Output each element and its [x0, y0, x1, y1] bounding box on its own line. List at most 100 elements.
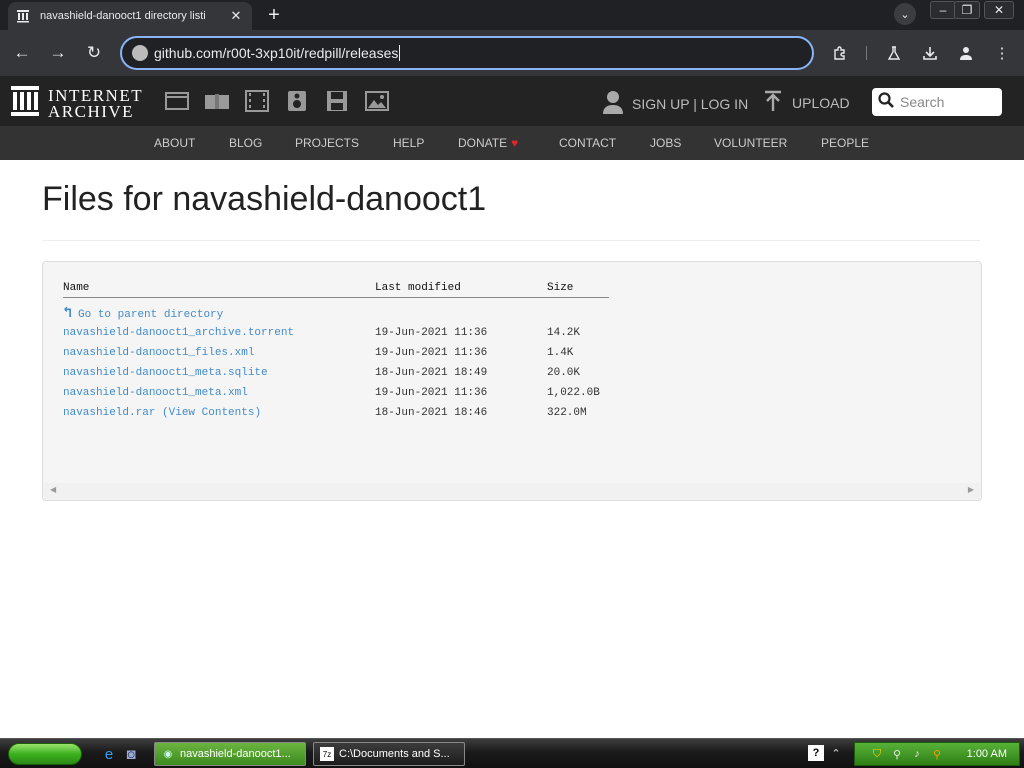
up-arrow-icon: ↰	[63, 305, 73, 323]
logo-line-2: ARCHIVE	[48, 101, 135, 121]
software-icon[interactable]	[324, 90, 350, 112]
volume-icon[interactable]: ♪	[909, 746, 925, 762]
start-button[interactable]	[8, 743, 82, 765]
nav-contact[interactable]: CONTACT	[559, 136, 616, 150]
file-link[interactable]: navashield-danooct1_meta.xml	[63, 387, 248, 399]
tab-close-icon[interactable]: ✕	[228, 8, 244, 24]
scroll-left-icon[interactable]: ◀	[50, 485, 56, 494]
task-label: navashield-danooct1...	[180, 748, 291, 760]
nav-about[interactable]: ABOUT	[154, 136, 195, 150]
file-link[interactable]: navashield.rar	[63, 407, 155, 419]
parent-directory-link[interactable]: ↰ Go to parent directory	[63, 305, 223, 322]
browser-tab[interactable]: navashield-danooct1 directory listi ✕	[8, 2, 252, 30]
text-caret	[399, 45, 401, 61]
table-row: navashield-danooct1_files.xml 19-Jun-202…	[63, 343, 609, 363]
file-size: 20.0K	[547, 366, 581, 379]
forward-arrow-icon[interactable]: →	[46, 41, 70, 65]
images-icon[interactable]	[364, 90, 390, 112]
page-title: Files for navashield-danooct1	[42, 180, 487, 218]
github-icon	[132, 45, 148, 61]
ia-top-nav: INTERNET ARCHIVE SIGN UP | LOG IN UPLOAD	[0, 76, 1024, 126]
ia-sub-nav: ABOUT BLOG PROJECTS HELP DONATE ♥ CONTACT…	[0, 126, 1024, 160]
file-size: 1.4K	[547, 346, 574, 359]
file-modified: 18-Jun-2021 18:46	[375, 406, 488, 419]
nav-donate[interactable]: DONATE ♥	[458, 136, 518, 150]
upload-text: UPLOAD	[792, 94, 850, 111]
back-arrow-icon[interactable]: ←	[10, 41, 34, 65]
sign-up-login-text: SIGN UP | LOG IN	[632, 95, 749, 112]
nav-help[interactable]: HELP	[393, 136, 424, 150]
browser-tab-strip: navashield-danooct1 directory listi ✕ + …	[0, 0, 1024, 30]
parent-directory-row: ↰ Go to parent directory	[63, 298, 609, 323]
nav-projects[interactable]: PROJECTS	[295, 136, 359, 150]
file-link[interactable]: navashield-danooct1_archive.torrent	[63, 327, 294, 339]
taskbar-item-browser[interactable]: ◉ navashield-danooct1...	[154, 742, 306, 766]
texts-icon[interactable]	[204, 90, 230, 112]
tab-title: navashield-danooct1 directory listi	[40, 10, 206, 22]
task-label: C:\Documents and S...	[339, 748, 450, 760]
sign-up-login-link[interactable]: SIGN UP | LOG IN	[602, 90, 748, 117]
scroll-right-icon[interactable]: ▶	[968, 485, 974, 494]
restore-icon[interactable]: ❐	[954, 1, 980, 19]
view-contents-link[interactable]: (View Contents)	[162, 407, 261, 419]
video-icon[interactable]	[244, 90, 270, 112]
file-size: 14.2K	[547, 326, 581, 339]
system-tray: ⛉ ⚲ ♪ ⚲ 1:00 AM	[854, 742, 1020, 766]
file-modified: 19-Jun-2021 11:36	[375, 326, 488, 339]
search-tray-icon[interactable]: ⚲	[929, 746, 945, 762]
quick-launch-icon[interactable]: ◙	[122, 745, 140, 763]
file-size: 1,022.0B	[547, 386, 600, 399]
file-link[interactable]: navashield-danooct1_files.xml	[63, 347, 254, 359]
ia-search-box	[872, 88, 1002, 116]
labs-flask-icon[interactable]	[882, 41, 906, 65]
nav-jobs[interactable]: JOBS	[650, 136, 681, 150]
divider	[42, 240, 980, 241]
ia-logo[interactable]: INTERNET ARCHIVE	[10, 85, 143, 122]
nav-people[interactable]: PEOPLE	[821, 136, 869, 150]
reload-icon[interactable]: ↻	[82, 41, 106, 65]
file-link[interactable]: navashield-danooct1_meta.sqlite	[63, 367, 268, 379]
directory-listing: Name Last modified Size ↰ Go to parent di…	[42, 261, 982, 501]
header-name: Name	[63, 282, 375, 298]
internet-archive-favicon-icon	[16, 9, 30, 23]
upload-link[interactable]: UPLOAD	[764, 90, 850, 115]
table-row: navashield-danooct1_meta.xml 19-Jun-2021…	[63, 383, 609, 403]
audio-icon[interactable]	[284, 90, 310, 112]
taskbar-item-command-prompt[interactable]: 7z C:\Documents and S...	[313, 742, 465, 766]
taskbar: e ◙ ◉ navashield-danooct1... 7z C:\Docum…	[0, 738, 1024, 768]
security-shield-icon[interactable]: ⛉	[869, 746, 885, 762]
table-row: navashield-danooct1_meta.sqlite 18-Jun-2…	[63, 363, 609, 383]
tray-expand-icon[interactable]: ⌃	[828, 745, 844, 761]
header-last-modified: Last modified	[375, 282, 547, 298]
network-icon[interactable]: ⚲	[889, 746, 905, 762]
file-modified: 19-Jun-2021 11:36	[375, 346, 488, 359]
window-close-icon[interactable]: ✕	[984, 1, 1014, 19]
nav-volunteer[interactable]: VOLUNTEER	[714, 136, 787, 150]
profile-icon[interactable]	[954, 41, 978, 65]
horizontal-scrollbar[interactable]: ◀ ▶	[44, 483, 980, 499]
tab-search-chevron-icon[interactable]: ⌄	[894, 3, 916, 25]
search-input[interactable]	[900, 94, 1000, 110]
extensions-icon[interactable]	[828, 41, 852, 65]
table-row: navashield-danooct1_archive.torrent 19-J…	[63, 323, 609, 343]
browser-window-icon: ◉	[163, 748, 173, 760]
browser-menu-icon[interactable]: ⋮	[990, 41, 1014, 65]
clock: 1:00 AM	[966, 748, 1007, 760]
heart-icon: ♥	[511, 136, 519, 150]
toolbar-divider	[866, 46, 867, 60]
upload-icon	[764, 90, 782, 115]
minimize-icon[interactable]: –	[930, 1, 956, 19]
new-tab-icon[interactable]: +	[262, 4, 286, 26]
nav-donate-label: DONATE	[458, 136, 508, 150]
archive-building-icon	[10, 85, 40, 122]
address-text: github.com/r00t-3xp10it/redpill/releases	[154, 45, 399, 61]
nav-blog[interactable]: BLOG	[229, 136, 262, 150]
download-icon[interactable]	[918, 41, 942, 65]
table-header-row: Name Last modified Size	[63, 282, 609, 298]
help-icon[interactable]: ?	[808, 745, 824, 761]
web-icon[interactable]	[164, 90, 190, 112]
address-bar[interactable]: github.com/r00t-3xp10it/redpill/releases	[120, 36, 814, 70]
internet-explorer-icon[interactable]: e	[100, 745, 118, 763]
file-size: 322.0M	[547, 406, 587, 419]
search-icon[interactable]	[878, 91, 894, 113]
